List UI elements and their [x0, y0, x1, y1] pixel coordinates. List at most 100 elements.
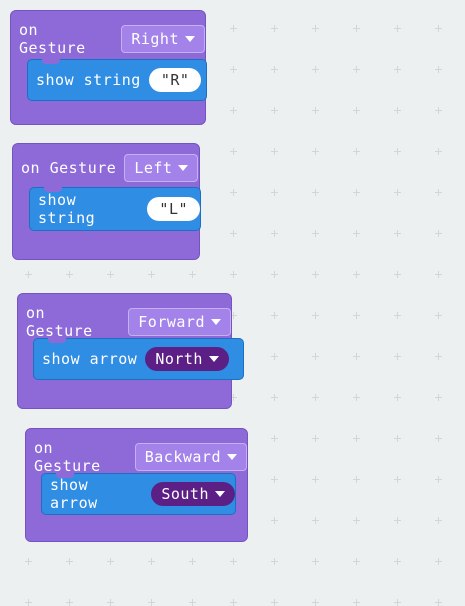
grid-marker	[435, 148, 442, 155]
grid-marker	[312, 230, 319, 237]
grid-marker	[271, 353, 278, 360]
on-gesture-block-left[interactable]: on Gesture Left show string "L"	[12, 143, 201, 260]
grid-marker	[312, 558, 319, 565]
gesture-value: Right	[131, 30, 179, 48]
arrow-direction-dropdown[interactable]: South	[151, 482, 235, 506]
grid-marker	[353, 353, 360, 360]
event-header: on Gesture Backward	[34, 439, 247, 475]
grid-marker	[312, 189, 319, 196]
grid-marker	[435, 394, 442, 401]
grid-marker	[353, 517, 360, 524]
block-notch	[44, 187, 62, 192]
grid-marker	[435, 312, 442, 319]
grid-marker	[394, 476, 401, 483]
gesture-dropdown[interactable]: Backward	[134, 443, 247, 471]
grid-marker	[394, 394, 401, 401]
event-label: on Gesture	[34, 439, 101, 475]
grid-marker	[271, 312, 278, 319]
event-header: on Gesture Left	[21, 154, 199, 182]
grid-marker	[435, 189, 442, 196]
gesture-dropdown[interactable]: Right	[121, 25, 205, 53]
grid-marker	[66, 558, 73, 565]
grid-marker	[394, 66, 401, 73]
on-gesture-block-right[interactable]: on Gesture Right show string "R"	[10, 10, 207, 125]
grid-marker	[394, 271, 401, 278]
show-string-block[interactable]: show string "L"	[29, 187, 201, 231]
grid-marker	[394, 189, 401, 196]
grid-marker	[353, 107, 360, 114]
gesture-value: Forward	[138, 313, 205, 331]
grid-marker	[312, 148, 319, 155]
grid-marker	[25, 558, 32, 565]
grid-marker	[353, 312, 360, 319]
grid-marker	[435, 107, 442, 114]
grid-marker	[435, 353, 442, 360]
show-arrow-block[interactable]: show arrow North	[33, 338, 244, 380]
grid-marker	[230, 25, 237, 32]
grid-marker	[189, 558, 196, 565]
on-gesture-block-forward[interactable]: on Gesture Forward show arrow North	[17, 293, 244, 409]
grid-marker	[394, 435, 401, 442]
grid-marker	[312, 394, 319, 401]
show-arrow-block[interactable]: show arrow South	[41, 473, 236, 515]
dropdown-arrow-icon	[211, 319, 221, 325]
grid-marker	[107, 271, 114, 278]
grid-marker	[271, 435, 278, 442]
string-input[interactable]: "L"	[147, 197, 200, 221]
grid-marker	[394, 25, 401, 32]
grid-marker	[230, 558, 237, 565]
grid-marker	[394, 558, 401, 565]
grid-marker	[353, 271, 360, 278]
grid-marker	[353, 558, 360, 565]
dropdown-arrow-icon	[185, 36, 195, 42]
block-notch	[56, 473, 74, 478]
grid-marker	[353, 435, 360, 442]
event-label: on Gesture	[26, 304, 93, 340]
direction-value: South	[161, 485, 209, 503]
grid-marker	[312, 353, 319, 360]
show-string-block[interactable]: show string "R"	[27, 59, 207, 101]
grid-marker	[312, 476, 319, 483]
grid-marker	[435, 25, 442, 32]
grid-marker	[107, 558, 114, 565]
on-gesture-block-backward[interactable]: on Gesture Backward show arrow South	[25, 428, 248, 542]
string-input[interactable]: "R"	[148, 68, 202, 92]
grid-marker	[189, 271, 196, 278]
grid-marker	[312, 517, 319, 524]
grid-marker	[312, 312, 319, 319]
grid-marker	[435, 517, 442, 524]
event-header: on Gesture Forward	[26, 304, 231, 340]
grid-marker	[230, 189, 237, 196]
arrow-direction-dropdown[interactable]: North	[145, 347, 229, 371]
grid-marker	[230, 148, 237, 155]
grid-marker	[230, 230, 237, 237]
grid-marker	[353, 394, 360, 401]
grid-marker	[435, 230, 442, 237]
grid-marker	[435, 558, 442, 565]
grid-marker	[353, 25, 360, 32]
grid-marker	[312, 66, 319, 73]
grid-marker	[271, 517, 278, 524]
action-label: show string	[38, 191, 96, 227]
grid-marker	[435, 66, 442, 73]
grid-marker	[353, 148, 360, 155]
event-label: on Gesture	[19, 21, 86, 57]
event-header: on Gesture Right	[19, 21, 205, 57]
gesture-dropdown[interactable]: Forward	[128, 308, 231, 336]
grid-marker	[435, 435, 442, 442]
grid-marker	[25, 271, 32, 278]
grid-marker	[148, 271, 155, 278]
block-notch	[48, 338, 66, 343]
action-label: show arrow	[42, 350, 138, 368]
grid-marker	[230, 66, 237, 73]
grid-marker	[353, 66, 360, 73]
grid-marker	[271, 476, 278, 483]
grid-marker	[435, 476, 442, 483]
grid-marker	[353, 476, 360, 483]
dropdown-arrow-icon	[208, 356, 219, 362]
grid-marker	[312, 25, 319, 32]
grid-marker	[394, 107, 401, 114]
gesture-dropdown[interactable]: Left	[124, 154, 199, 182]
grid-marker	[271, 189, 278, 196]
grid-marker	[394, 353, 401, 360]
